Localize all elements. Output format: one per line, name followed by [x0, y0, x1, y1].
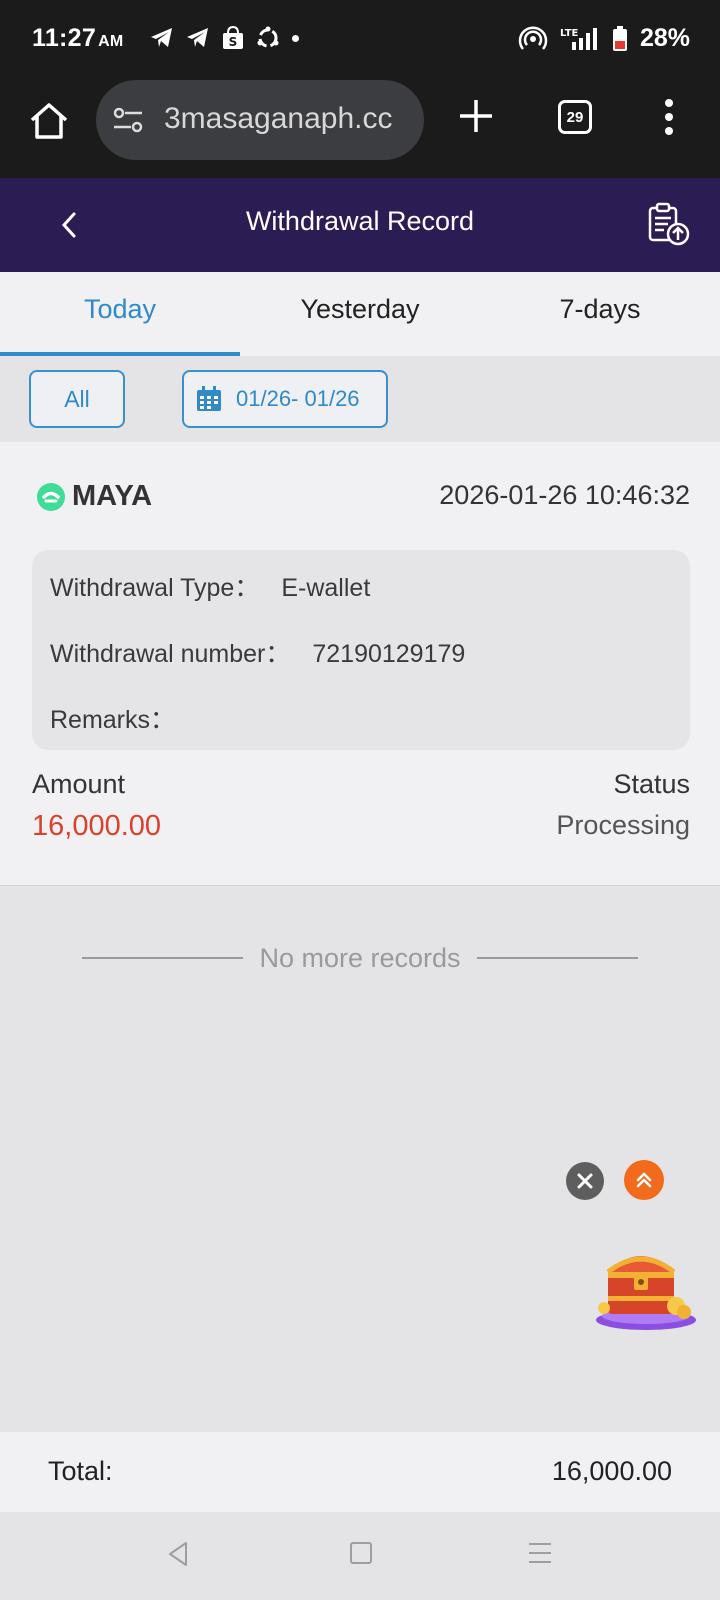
system-icons: LTE 28%: [518, 24, 690, 53]
withdrawal-number-row: Withdrawal number： 72190129179: [50, 634, 465, 670]
record-datetime: 2026-01-26 10:46:32: [439, 480, 690, 510]
date-range-text: 01/26- 01/26: [236, 386, 360, 411]
url-text: 3masaganaph.cc: [164, 102, 393, 135]
clock: 11:27 AM: [32, 24, 124, 52]
remarks-label: Remarks：: [50, 706, 176, 734]
no-more-records-text: No more records: [259, 942, 461, 973]
shopee-icon: S: [223, 26, 243, 49]
telegram-icon: [151, 28, 172, 47]
payment-brand: MAYA: [36, 480, 152, 513]
svg-text:S: S: [229, 35, 238, 49]
status-bar: 11:27 AM S LTE 28%: [0, 0, 720, 80]
divider-left: [82, 957, 244, 959]
system-navigation-bar: [0, 1512, 720, 1600]
calendar-icon: [197, 386, 221, 411]
overflow-menu-icon[interactable]: [664, 98, 674, 136]
svg-text:LTE: LTE: [560, 28, 579, 39]
tab-today[interactable]: Today: [0, 272, 240, 356]
date-range-button[interactable]: 01/26- 01/26: [182, 370, 388, 428]
total-bar: Total: 16,000.00: [0, 1432, 720, 1512]
hotspot-icon: [518, 25, 548, 50]
telegram-icon: [187, 28, 208, 47]
withdrawal-record-card[interactable]: MAYA 2026-01-26 10:46:32 Withdrawal Type…: [0, 442, 720, 886]
close-floating-button[interactable]: [566, 1162, 604, 1200]
treasure-chest-icon[interactable]: [594, 1240, 698, 1332]
lte-signal-icon: LTE: [560, 27, 597, 50]
double-chevron-up-icon: [636, 1172, 652, 1188]
address-bar[interactable]: 3masaganaph.cc: [96, 80, 424, 160]
tab-yesterday[interactable]: Yesterday: [240, 272, 480, 356]
record-details-panel: Withdrawal Type： E-wallet Withdrawal numb…: [32, 550, 690, 750]
withdrawal-type-label: Withdrawal Type：: [50, 574, 260, 602]
withdrawal-type-value: E-wallet: [281, 574, 371, 602]
nav-back-icon[interactable]: [166, 1540, 190, 1568]
page-header: Withdrawal Record: [0, 178, 720, 272]
home-icon[interactable]: [28, 100, 70, 142]
total-value: 16,000.00: [551, 1456, 672, 1486]
close-icon: [577, 1173, 593, 1189]
battery-icon: [612, 25, 627, 51]
divider-right: [476, 957, 639, 959]
scroll-to-top-button[interactable]: [624, 1160, 664, 1200]
browser-toolbar: 3masaganaph.cc 29: [0, 80, 720, 178]
remarks-row: Remarks：: [50, 700, 197, 736]
brand-name: MAYA: [72, 480, 153, 512]
filter-all-button[interactable]: All: [29, 370, 125, 428]
nav-recents-icon[interactable]: [528, 1542, 552, 1564]
more-notifications-dot: [292, 34, 299, 42]
nav-home-icon[interactable]: [350, 1542, 372, 1564]
status-label: Status: [613, 769, 690, 799]
end-of-list-indicator: No more records: [82, 940, 639, 976]
notification-icons: S: [150, 26, 299, 50]
amount-value: 16,000.00: [32, 810, 162, 842]
clipboard-upload-icon[interactable]: [646, 202, 692, 248]
status-value: Processing: [556, 810, 690, 840]
withdrawal-number-label: Withdrawal number：: [50, 640, 291, 668]
total-label: Total:: [48, 1456, 113, 1486]
tab-switcher-button[interactable]: 29: [558, 100, 592, 134]
battery-percent: 28%: [639, 24, 690, 52]
amount-label: Amount: [32, 769, 126, 799]
new-tab-icon[interactable]: [458, 98, 494, 134]
withdrawal-type-row: Withdrawal Type： E-wallet: [50, 568, 370, 604]
sync-icon: [257, 26, 279, 48]
date-tabs: Today Yesterday 7-days: [0, 272, 720, 356]
site-settings-icon[interactable]: [112, 106, 144, 134]
tab-7-days[interactable]: 7-days: [480, 272, 720, 356]
filter-row: All 01/26- 01/26: [0, 356, 720, 442]
page-title: Withdrawal Record: [245, 206, 475, 236]
withdrawal-number-value: 72190129179: [312, 640, 466, 668]
maya-logo-icon: [37, 482, 65, 511]
